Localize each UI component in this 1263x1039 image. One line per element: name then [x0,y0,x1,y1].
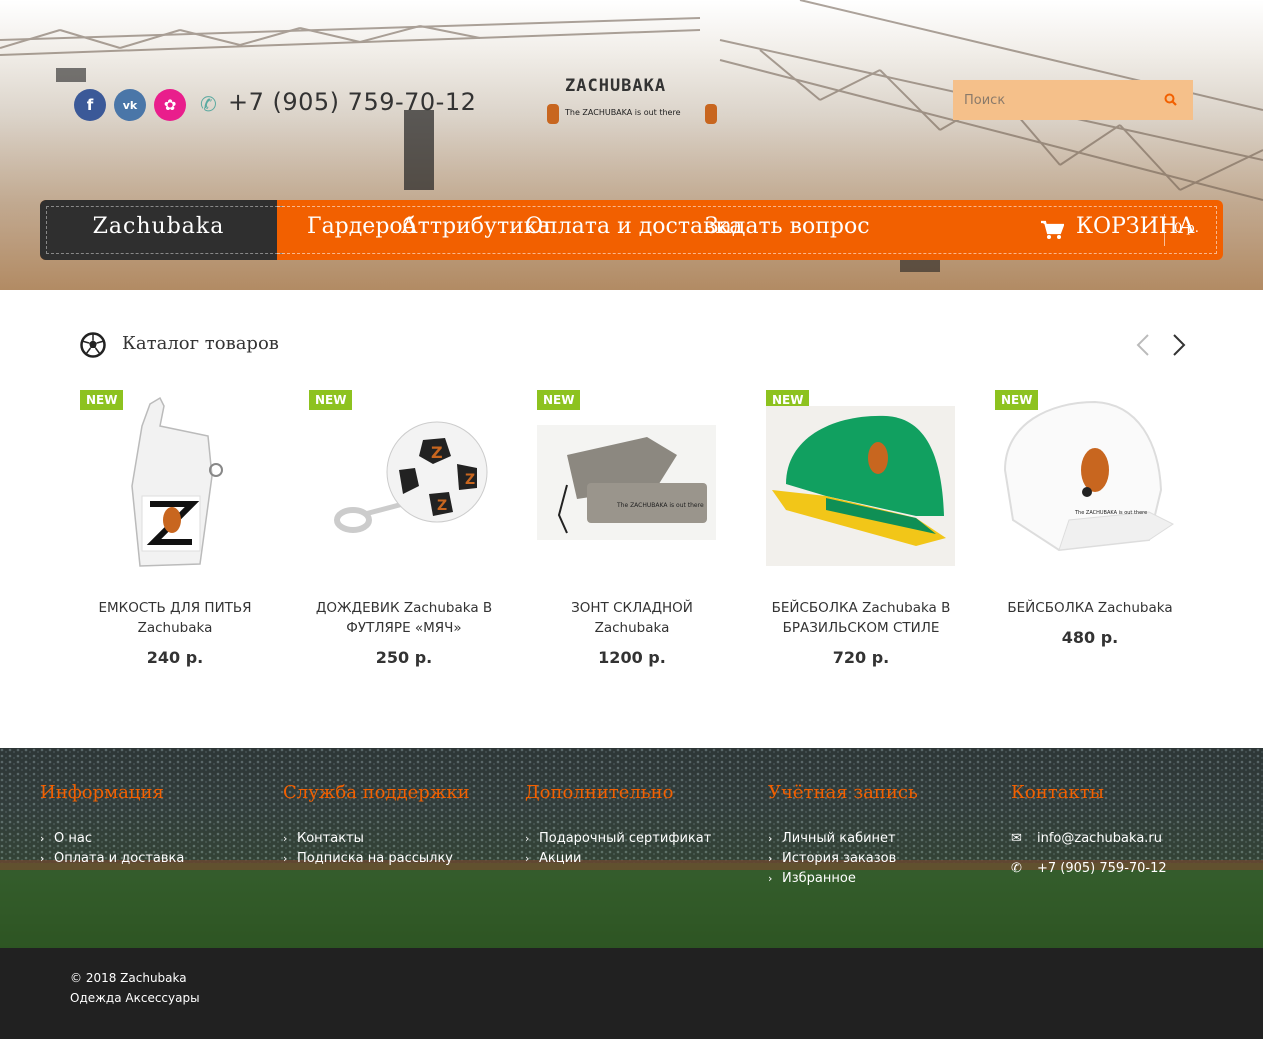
product-name[interactable]: ЕМКОСТЬ ДЛЯ ПИТЬЯ Zachubaka [80,598,270,638]
search-box [953,80,1193,120]
logo-mascot-left [547,104,559,124]
product-price: 240 р. [146,648,204,667]
logo-mascot-right [705,104,717,124]
copyright: © 2018 Zachubaka [70,971,187,985]
svg-text:The ZACHUBAKA is out there: The ZACHUBAKA is out there [616,502,704,509]
product-price: 480 р. [1061,628,1119,647]
footer-heading-contacts: Контакты [1011,782,1104,803]
site-logo[interactable]: ZACHUBAKA The ZACHUBAKA is out there [547,76,722,130]
nav-brand-label: Zachubaka [92,214,225,239]
footer-link-about[interactable]: › О нас [40,831,92,846]
stadium-crowd-background [0,748,1263,948]
header-phone[interactable]: +7 (905) 759-70-12 [228,88,476,116]
product-image-white-cap[interactable]: The ZACHUBAKA is out there [999,400,1177,562]
footer-tagline: Одежда Аксессуары [70,991,200,1005]
svg-text:The ZACHUBAKA is out there: The ZACHUBAKA is out there [1074,510,1147,516]
vk-icon[interactable]: vk [114,89,146,121]
footer-link-order-history[interactable]: › История заказов [768,851,896,866]
new-badge: NEW [537,390,581,410]
footer-email[interactable]: ✉ info@zachubaka.ru [1011,831,1162,846]
envelope-icon: ✉ [1011,831,1022,846]
svg-text:Z: Z [431,443,443,462]
cart-icon[interactable] [1040,220,1064,240]
product-card[interactable]: NEW The ZACHUBAKA is out there ЗОНТ СКЛА… [537,390,747,680]
footer-phone[interactable]: ✆ +7 (905) 759-70-12 [1011,861,1167,876]
product-card[interactable]: NEW Z Z Z ДОЖДЕВИК Zachubaka В ФУТЛЯРЕ «… [309,390,519,680]
product-card[interactable]: NEW ЕМКОСТЬ ДЛЯ ПИТЬЯ Zachubaka 240 р. [80,390,290,680]
product-price: 1200 р. [598,648,666,667]
svg-text:Z: Z [465,472,475,488]
facebook-icon[interactable]: f [74,89,106,121]
footer-heading-extra: Дополнительно [525,782,674,803]
footer: Информация › О нас › Оплата и доставка Слу… [0,748,1263,948]
nav-link-ask-question[interactable]: Задать вопрос [705,214,870,239]
soccer-ball-icon [80,332,106,358]
new-badge: NEW [309,390,353,410]
cart-total[interactable]: 0 р. [1174,221,1199,236]
svg-text:Z: Z [437,498,447,514]
header-banner: f vk ✿ ✆ +7 (905) 759-70-12 ZACHUBAKA Th… [0,0,1263,290]
footer-heading-info: Информация [40,782,164,803]
footer-link-promotions[interactable]: › Акции [525,851,582,866]
phone-icon: ✆ [200,92,217,116]
footer-link-newsletter[interactable]: › Подписка на рассылку [283,851,453,866]
product-price: 250 р. [375,648,433,667]
product-name[interactable]: БЕЙСБОЛКА Zachubaka В БРАЗИЛЬСКОМ СТИЛЕ [766,598,956,638]
product-price: 720 р. [832,648,890,667]
bottom-bar: © 2018 Zachubaka Одежда Аксессуары [0,948,1263,1039]
product-name[interactable]: БЕЙСБОЛКА Zachubaka [995,598,1185,618]
search-input[interactable] [953,80,1153,120]
search-icon[interactable] [1163,92,1179,108]
main-navbar: Zachubaka Гардероб Аттрибутика Оплата и … [40,200,1223,260]
new-badge: NEW [80,390,124,410]
product-name[interactable]: ДОЖДЕВИК Zachubaka В ФУТЛЯРЕ «МЯЧ» [309,598,499,638]
footer-link-personal-account[interactable]: › Личный кабинет [768,831,896,846]
product-image-umbrella[interactable]: The ZACHUBAKA is out there [537,425,716,540]
logo-tagline: The ZACHUBAKA is out there [565,108,681,117]
cart-divider [1164,214,1165,246]
chevron-right-icon[interactable] [1170,333,1188,357]
nav-brand[interactable]: Zachubaka [40,200,283,260]
product-image-raincoat-ball[interactable]: Z Z Z [325,420,495,540]
footer-heading-support: Служба поддержки [283,782,470,803]
product-image-water-bottle[interactable] [120,396,230,574]
product-image-brazil-cap[interactable] [766,406,955,566]
logo-title: ZACHUBAKA [565,76,667,96]
product-name[interactable]: ЗОНТ СКЛАДНОЙ Zachubaka [537,598,727,638]
catalog-title: Каталог товаров [122,333,279,354]
instagram-icon[interactable]: ✿ [154,89,186,121]
footer-link-favorites[interactable]: › Избранное [768,871,856,886]
product-card[interactable]: NEW The ZACHUBAKA is out there БЕЙСБОЛКА… [995,390,1205,680]
footer-link-payment-delivery[interactable]: › Оплата и доставка [40,851,184,866]
nav-link-wardrobe[interactable]: Гардероб [307,214,416,239]
product-card[interactable]: NEW БЕЙСБОЛКА Zachubaka В БРАЗИЛЬСКОМ СТ… [766,390,976,680]
footer-link-gift-certificate[interactable]: › Подарочный сертификат [525,831,711,846]
footer-link-contacts[interactable]: › Контакты [283,831,364,846]
phone-icon: ✆ [1011,861,1022,876]
footer-heading-account: Учётная запись [768,782,918,803]
chevron-left-icon[interactable] [1134,333,1152,357]
